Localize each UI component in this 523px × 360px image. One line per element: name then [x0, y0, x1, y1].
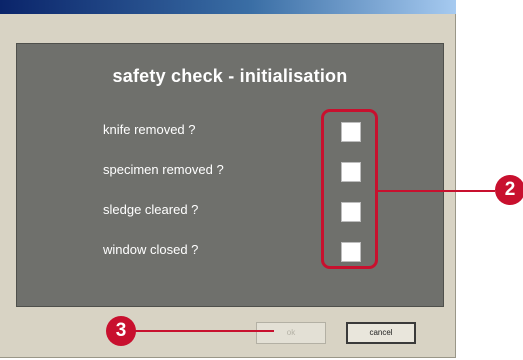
cancel-button[interactable]: cancel	[346, 322, 416, 344]
item-label-specimen-removed: specimen removed ?	[103, 162, 224, 177]
item-label-knife-removed: knife removed ?	[103, 122, 196, 137]
panel-title: safety check - initialisation	[112, 66, 348, 86]
ok-button[interactable]: ok	[256, 322, 326, 344]
callout-2-leader-line	[375, 190, 495, 192]
item-label-sledge-cleared: sledge cleared ?	[103, 202, 199, 217]
callout-3-leader-line	[134, 330, 274, 332]
safety-check-panel: safety check - initialisation knife remo…	[16, 43, 444, 307]
safety-check-dialog: safety check - initialisation knife remo…	[0, 0, 456, 358]
callout-2-badge: 2	[495, 175, 523, 205]
dialog-titlebar[interactable]	[0, 0, 456, 14]
checkbox-highlight-frame	[321, 109, 378, 269]
callout-3-badge: 3	[106, 316, 136, 346]
item-label-window-closed: window closed ?	[103, 242, 199, 257]
